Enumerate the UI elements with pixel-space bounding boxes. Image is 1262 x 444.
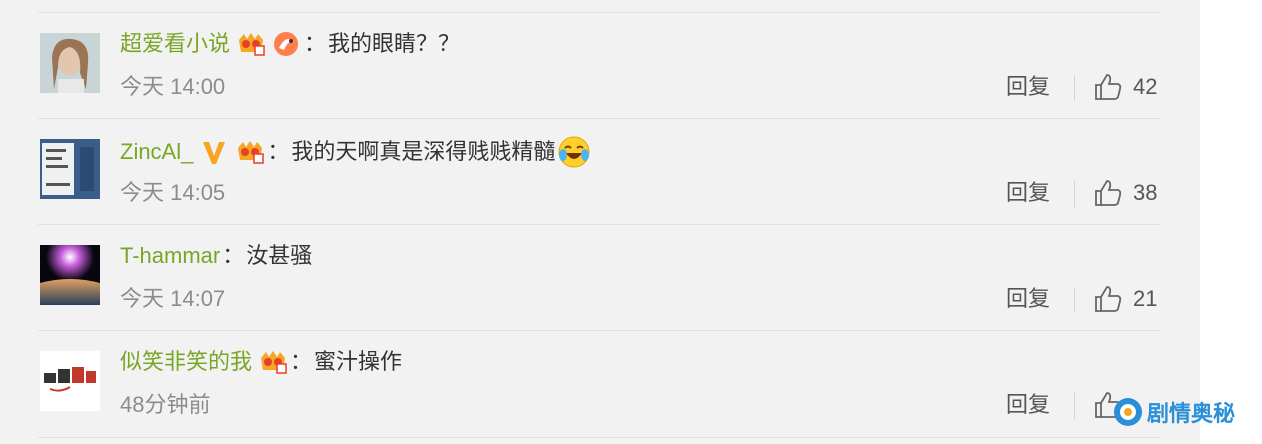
like-icon[interactable]: [1093, 284, 1123, 314]
comment-item: 似笑非笑的我 ： 蜜汁操作 48分钟前 回复: [0, 331, 1200, 437]
crown-vip-icon[interactable]: [258, 348, 288, 376]
avatar[interactable]: [40, 33, 100, 93]
comment-text: 汝甚骚: [246, 243, 313, 268]
like-count: 38: [1133, 180, 1158, 205]
laughing-cry-emoji: [557, 135, 591, 169]
divider: [38, 437, 1160, 438]
watermark-logo-icon: [1113, 397, 1143, 427]
crown-vip-icon[interactable]: [236, 30, 266, 58]
comment-list: 超爱看小说 ： 我的眼睛？？ 今天 14:00 回复 42 ZincAl_ ： …: [0, 0, 1200, 444]
colon: ：: [222, 243, 245, 268]
timestamp: 今天 14:07: [120, 286, 226, 311]
comment-header: T-hammar ： 汝甚骚: [120, 241, 312, 271]
avatar[interactable]: [40, 245, 100, 305]
verified-v-icon[interactable]: [199, 138, 229, 166]
colon: ：: [304, 31, 327, 56]
fox-badge-icon[interactable]: [272, 30, 302, 58]
divider: [1074, 75, 1075, 101]
scrollbar-area: [1200, 0, 1262, 444]
username[interactable]: 似笑非笑的我: [120, 347, 252, 377]
avatar[interactable]: [40, 351, 100, 411]
divider: [1074, 181, 1075, 207]
like-count: 21: [1133, 286, 1158, 311]
timestamp: 今天 14:00: [120, 74, 226, 99]
comment-text: 我的眼睛？？: [328, 31, 461, 56]
colon: ：: [267, 139, 290, 164]
timestamp: 48分钟前: [120, 392, 211, 417]
username[interactable]: 超爱看小说: [120, 29, 230, 59]
comment-item: T-hammar ： 汝甚骚 今天 14:07 回复 21: [0, 225, 1200, 331]
comment-header: ZincAl_ ： 我的天啊真是深得贱贱精髓: [120, 135, 591, 169]
timestamp: 今天 14:05: [120, 180, 226, 205]
username[interactable]: ZincAl_: [120, 137, 193, 167]
comment-text: 我的天啊真是深得贱贱精髓: [291, 139, 556, 164]
reply-button[interactable]: 回复: [1006, 390, 1050, 420]
like-count: 42: [1133, 74, 1158, 99]
divider: [1074, 287, 1075, 313]
crown-vip-icon[interactable]: [235, 138, 265, 166]
like-icon[interactable]: [1093, 178, 1123, 208]
watermark-text: 剧情奥秘: [1147, 401, 1236, 426]
divider: [1074, 393, 1075, 419]
like-icon[interactable]: [1093, 72, 1123, 102]
avatar[interactable]: [40, 139, 100, 199]
watermark: 剧情奥秘: [1113, 392, 1235, 432]
username[interactable]: T-hammar: [120, 241, 220, 271]
comment-header: 超爱看小说 ： 我的眼睛？？: [120, 29, 460, 59]
reply-button[interactable]: 回复: [1006, 178, 1050, 208]
comment-header: 似笑非笑的我 ： 蜜汁操作: [120, 347, 402, 377]
colon: ：: [290, 349, 313, 374]
comment-item: ZincAl_ ： 我的天啊真是深得贱贱精髓 今天 14:05 回复 38: [0, 119, 1200, 225]
comment-item: 超爱看小说 ： 我的眼睛？？ 今天 14:00 回复 42: [0, 13, 1200, 119]
reply-button[interactable]: 回复: [1006, 72, 1050, 102]
reply-button[interactable]: 回复: [1006, 284, 1050, 314]
comment-text: 蜜汁操作: [314, 349, 403, 374]
